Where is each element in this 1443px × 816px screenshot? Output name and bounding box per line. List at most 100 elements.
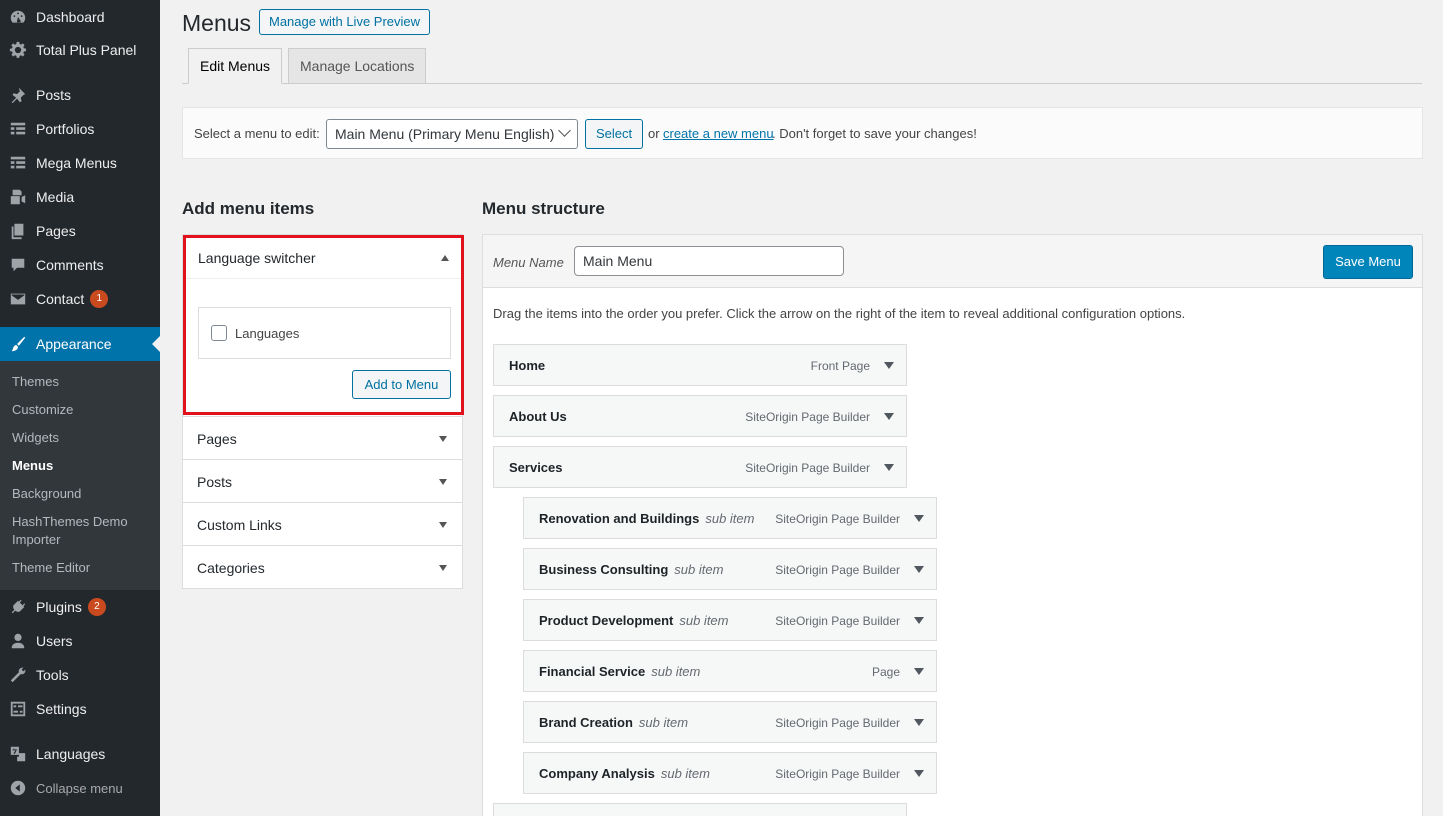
chevron-down-icon[interactable] [914, 566, 924, 573]
notification-badge: 2 [87, 598, 106, 616]
chevron-up-icon[interactable] [441, 255, 449, 261]
submenu-menus[interactable]: Menus [12, 457, 152, 475]
menu-item-type: SiteOrigin Page Builder [775, 512, 900, 526]
accordion-categories[interactable]: Categories [183, 545, 462, 588]
accordion-posts[interactable]: Posts [183, 459, 462, 502]
nav-label: Users [36, 633, 73, 649]
menu-item-renovation-and-buildings[interactable]: Renovation and Buildings sub item SiteOri… [523, 497, 937, 539]
add-to-menu-button[interactable]: Add to Menu [352, 370, 451, 399]
menu-name-input[interactable] [574, 246, 844, 276]
accordion-custom-links[interactable]: Custom Links [183, 502, 462, 545]
submenu-customize[interactable]: Customize [12, 401, 152, 419]
nav-label: Mega Menus [36, 155, 117, 171]
collapse-icon [0, 779, 36, 797]
menu-item-type: SiteOrigin Page Builder [745, 410, 870, 424]
languages-checkbox[interactable] [211, 325, 227, 341]
chevron-down-icon[interactable] [914, 668, 924, 675]
submenu-themes[interactable]: Themes [12, 373, 152, 391]
chevron-down-icon [439, 436, 447, 442]
menu-item-title: Business Consulting sub item [539, 562, 724, 577]
nav-appearance[interactable]: Appearance [0, 327, 160, 361]
chevron-down-icon[interactable] [914, 617, 924, 624]
mail-icon [0, 290, 36, 308]
plug-icon [0, 598, 36, 616]
nav-contact[interactable]: Contact 1 [0, 282, 160, 316]
appearance-submenu: Themes Customize Widgets Menus Backgroun… [0, 361, 160, 590]
nav-mega-menus[interactable]: Mega Menus [0, 146, 160, 180]
submenu-theme-editor[interactable]: Theme Editor [12, 559, 152, 577]
nav-label: Pages [36, 223, 76, 239]
sub-item-label: sub item [679, 613, 729, 628]
nav-total-plus-panel[interactable]: Total Plus Panel [0, 33, 160, 67]
tab-edit-menus[interactable]: Edit Menus [188, 48, 283, 84]
nav-posts[interactable]: Posts [0, 78, 160, 112]
language-switcher-header[interactable]: Language switcher [186, 238, 461, 279]
menu-item-product-development[interactable]: Product Development sub item SiteOrigin P… [523, 599, 937, 641]
menu-select-bar: Select a menu to edit: Main Menu (Primar… [182, 107, 1423, 159]
nav-label: Appearance [36, 336, 112, 352]
menu-item-brand-creation[interactable]: Brand Creation sub item SiteOrigin Page B… [523, 701, 937, 743]
menu-item-financial-service[interactable]: Financial Service sub item Page [523, 650, 937, 692]
nav-label: Tools [36, 667, 69, 683]
nav-label: Dashboard [36, 9, 105, 25]
settings-icon [0, 700, 36, 718]
nav-users[interactable]: Users [0, 624, 160, 658]
sub-item-label: sub item [638, 715, 689, 730]
submenu-background[interactable]: Background [12, 485, 152, 503]
nav-label: Collapse menu [36, 780, 123, 796]
chevron-down-icon[interactable] [914, 515, 924, 522]
submenu-hashthemes-demo-importer[interactable]: HashThemes Demo Importer [12, 513, 152, 549]
nav-languages[interactable]: Languages [0, 737, 160, 771]
accordion-label: Custom Links [197, 517, 282, 533]
menu-item-company-analysis[interactable]: Company Analysis sub item SiteOrigin Page… [523, 752, 937, 794]
tab-manage-locations[interactable]: Manage Locations [288, 48, 427, 84]
chevron-down-icon[interactable] [914, 719, 924, 726]
select-button[interactable]: Select [585, 119, 644, 149]
menu-item-partial[interactable] [493, 803, 907, 816]
nav-label: Settings [36, 701, 87, 717]
gear-icon [0, 41, 36, 59]
languages-checkbox-label[interactable]: Languages [235, 326, 299, 341]
menu-item-title: Product Development sub item [539, 613, 729, 628]
add-items-accordion: Language switcher Languages Add to Menu … [182, 234, 464, 589]
translate-icon [0, 745, 36, 763]
nav-label: Contact [36, 291, 85, 307]
menu-item-home[interactable]: Home Front Page [493, 344, 907, 386]
menu-item-business-consulting[interactable]: Business Consulting sub item SiteOrigin P… [523, 548, 937, 590]
add-menu-items-title: Add menu items [182, 199, 315, 218]
page-title: Menus [182, 10, 252, 36]
menu-item-about-us[interactable]: About Us SiteOrigin Page Builder [493, 395, 907, 437]
menu-select-dropdown[interactable]: Main Menu (Primary Menu English) [326, 119, 578, 149]
notification-badge: 1 [90, 290, 109, 308]
live-preview-button[interactable]: Manage with Live Preview [259, 9, 431, 35]
nav-dashboard[interactable]: Dashboard [0, 0, 160, 34]
nav-comments[interactable]: Comments [0, 248, 160, 282]
menu-item-type: SiteOrigin Page Builder [775, 716, 900, 730]
accordion-label: Posts [197, 474, 233, 490]
drag-instructions: Drag the items into the order you prefer… [493, 306, 1186, 321]
menu-item-title: Renovation and Buildings sub item [539, 511, 755, 526]
save-menu-button[interactable]: Save Menu [1323, 245, 1413, 279]
nav-plugins[interactable]: Plugins 2 [0, 590, 160, 624]
nav-collapse-menu[interactable]: Collapse menu [0, 771, 160, 805]
menu-item-title: Services [509, 460, 563, 475]
nav-pages[interactable]: Pages [0, 214, 160, 248]
nav-portfolios[interactable]: Portfolios [0, 112, 160, 146]
create-new-menu-link[interactable]: create a new menu [663, 126, 774, 141]
chevron-down-icon[interactable] [884, 413, 894, 420]
nav-settings[interactable]: Settings [0, 692, 160, 726]
dashboard-icon [0, 8, 36, 26]
nav-label: Posts [36, 87, 72, 103]
nav-media[interactable]: Media [0, 180, 160, 214]
chevron-down-icon[interactable] [884, 464, 894, 471]
submenu-widgets[interactable]: Widgets [12, 429, 152, 447]
accordion-label: Categories [197, 560, 265, 576]
chevron-down-icon[interactable] [914, 770, 924, 777]
chevron-down-icon[interactable] [884, 362, 894, 369]
admin-sidebar: Dashboard Total Plus Panel Posts Portfol… [0, 0, 160, 816]
accordion-pages[interactable]: Pages [183, 416, 462, 459]
wrench-icon [0, 666, 36, 684]
menu-item-services[interactable]: Services SiteOrigin Page Builder [493, 446, 907, 488]
nav-tools[interactable]: Tools [0, 658, 160, 692]
nav-label: Portfolios [36, 121, 95, 137]
